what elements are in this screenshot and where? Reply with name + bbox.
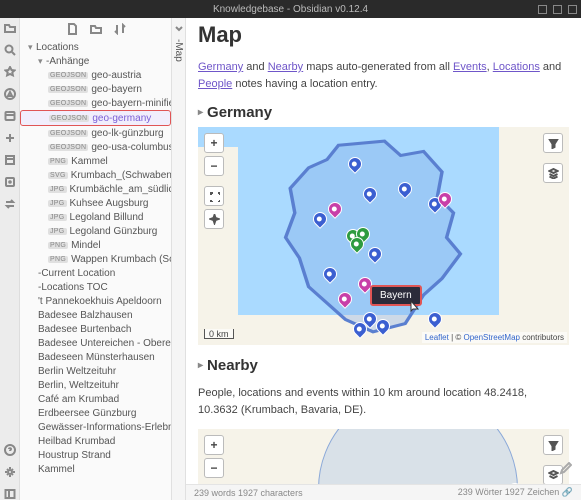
- new-folder-icon[interactable]: [90, 23, 102, 35]
- tree-item[interactable]: GEOJSONgeo-bayern-minified: [20, 96, 171, 110]
- window-close[interactable]: [568, 5, 577, 14]
- map-attribution: Leaflet | © OpenStreetMap contributors: [422, 332, 567, 343]
- layers-button[interactable]: [543, 163, 563, 183]
- edit-button[interactable]: [555, 458, 575, 478]
- window-maximize[interactable]: [553, 5, 562, 14]
- filter-button[interactable]: [543, 133, 563, 153]
- tree-item[interactable]: Heilbad Krumbad: [20, 434, 171, 448]
- tab-gutter: -Map: [172, 18, 186, 500]
- locate-button[interactable]: [204, 209, 224, 229]
- tree-item[interactable]: Badesee Balzhausen: [20, 308, 171, 322]
- fullscreen-button[interactable]: [204, 186, 224, 206]
- tree-item[interactable]: -Locations TOC: [20, 280, 171, 294]
- intro-paragraph: Germany and Nearby maps auto-generated f…: [198, 59, 569, 92]
- tree-item[interactable]: ▾Locations: [20, 40, 171, 54]
- tree-item[interactable]: Badesee Untereichen - Oberegg: [20, 336, 171, 350]
- zoom-in-button[interactable]: +: [204, 133, 224, 153]
- window-controls: [538, 5, 577, 14]
- tree-item[interactable]: Houstrup Strand: [20, 448, 171, 462]
- new-note-icon[interactable]: [66, 23, 78, 35]
- star-icon[interactable]: [4, 66, 16, 78]
- window-minimize[interactable]: [538, 5, 547, 14]
- tree-item[interactable]: JPGKrumbächle_am_südlichen_O…: [20, 182, 171, 196]
- page-title: Map: [198, 22, 569, 48]
- tree-item[interactable]: -Current Location: [20, 266, 171, 280]
- tree-item[interactable]: GEOJSONgeo-austria: [20, 68, 171, 82]
- tree-item[interactable]: PNGWappen Krumbach (Schwabe…: [20, 252, 171, 266]
- tree-item[interactable]: Gewässer-Informations-Erlebnis-Pfa…: [20, 420, 171, 434]
- tab-label[interactable]: -Map: [173, 39, 184, 62]
- link-germany[interactable]: Germany: [198, 61, 243, 73]
- note-pane: Map Germany and Nearby maps auto-generat…: [186, 18, 581, 500]
- search-icon[interactable]: [4, 44, 16, 56]
- tree-item[interactable]: Badeseen Münsterhausen: [20, 350, 171, 364]
- link-people[interactable]: People: [198, 78, 232, 90]
- tree-item[interactable]: 't Pannekoekhuis Apeldoorn: [20, 294, 171, 308]
- ribbon: [0, 18, 20, 500]
- file-explorer: ▾Locations▾-AnhängeGEOJSONgeo-austriaGEO…: [20, 18, 172, 500]
- tree-item[interactable]: SVGKrumbach_(Schwaben)_in_GZ: [20, 168, 171, 182]
- tree-item[interactable]: PNGKammel: [20, 154, 171, 168]
- tree-item[interactable]: Berlin, Weltzeituhr: [20, 378, 171, 392]
- tree-item[interactable]: Badesee Burtenbach: [20, 322, 171, 336]
- tree-item[interactable]: Kammel: [20, 462, 171, 476]
- dice-icon[interactable]: [4, 176, 16, 188]
- zoom-out-button[interactable]: −: [204, 156, 224, 176]
- tree-item[interactable]: GEOJSONgeo-usa-columbus: [20, 140, 171, 154]
- map-scale: 0 km: [204, 329, 234, 339]
- tree-item[interactable]: JPGKuhsee Augsburg: [20, 196, 171, 210]
- status-bar: 239 words 1927 characters 239 Wörter 192…: [186, 484, 581, 500]
- collapse-icon[interactable]: ▸: [198, 107, 203, 118]
- filter-button[interactable]: [543, 435, 563, 455]
- status-right: 239 Wörter 1927 Zeichen 🔗: [458, 487, 573, 498]
- tree-item[interactable]: GEOJSONgeo-bayern: [20, 82, 171, 96]
- template-icon[interactable]: [4, 154, 16, 166]
- command-icon[interactable]: [4, 132, 16, 144]
- map-germany[interactable]: Bayern + − 0 km Leaflet | © OpenStreetMa…: [198, 127, 569, 345]
- sidebar-icon[interactable]: [4, 488, 16, 500]
- tree-item[interactable]: PNGMindel: [20, 238, 171, 252]
- gear-icon[interactable]: [4, 466, 16, 478]
- sort-icon[interactable]: [114, 23, 126, 35]
- link-events[interactable]: Events: [453, 61, 487, 73]
- file-tree[interactable]: ▾Locations▾-AnhängeGEOJSONgeo-austriaGEO…: [20, 40, 171, 500]
- swap-icon[interactable]: [4, 198, 16, 210]
- nearby-paragraph: People, locations and events within 10 k…: [198, 385, 569, 418]
- tree-item[interactable]: Erdbeersee Günzburg: [20, 406, 171, 420]
- tree-item[interactable]: Café am Krumbad: [20, 392, 171, 406]
- collapse-icon[interactable]: ▸: [198, 360, 203, 371]
- folder-icon[interactable]: [4, 22, 16, 34]
- tree-item[interactable]: Berlin Weltzeituhr: [20, 364, 171, 378]
- chevron-down-icon[interactable]: [174, 24, 183, 33]
- window-title: Knowledgebase - Obsidian v0.12.4: [213, 4, 368, 15]
- tree-item[interactable]: JPGLegoland Billund: [20, 210, 171, 224]
- status-left: 239 words 1927 characters: [194, 488, 303, 498]
- compass-icon[interactable]: [4, 88, 16, 100]
- tree-item[interactable]: GEOJSONgeo-lk-günzburg: [20, 126, 171, 140]
- tree-item[interactable]: JPGLegoland Günzburg: [20, 224, 171, 238]
- tree-item[interactable]: ▾-Anhänge: [20, 54, 171, 68]
- zoom-in-button[interactable]: +: [204, 435, 224, 455]
- explorer-toolbar: [20, 18, 171, 40]
- heading-germany: ▸Germany: [198, 104, 569, 121]
- calendar-icon[interactable]: [4, 110, 16, 122]
- window-titlebar: Knowledgebase - Obsidian v0.12.4: [0, 0, 581, 18]
- link-nearby[interactable]: Nearby: [268, 61, 303, 73]
- tree-item[interactable]: GEOJSONgeo-germany: [20, 110, 171, 126]
- zoom-out-button[interactable]: −: [204, 458, 224, 478]
- link-locations[interactable]: Locations: [493, 61, 540, 73]
- heading-nearby: ▸Nearby: [198, 357, 569, 374]
- cursor-icon: [406, 299, 422, 315]
- help-icon[interactable]: [4, 444, 16, 456]
